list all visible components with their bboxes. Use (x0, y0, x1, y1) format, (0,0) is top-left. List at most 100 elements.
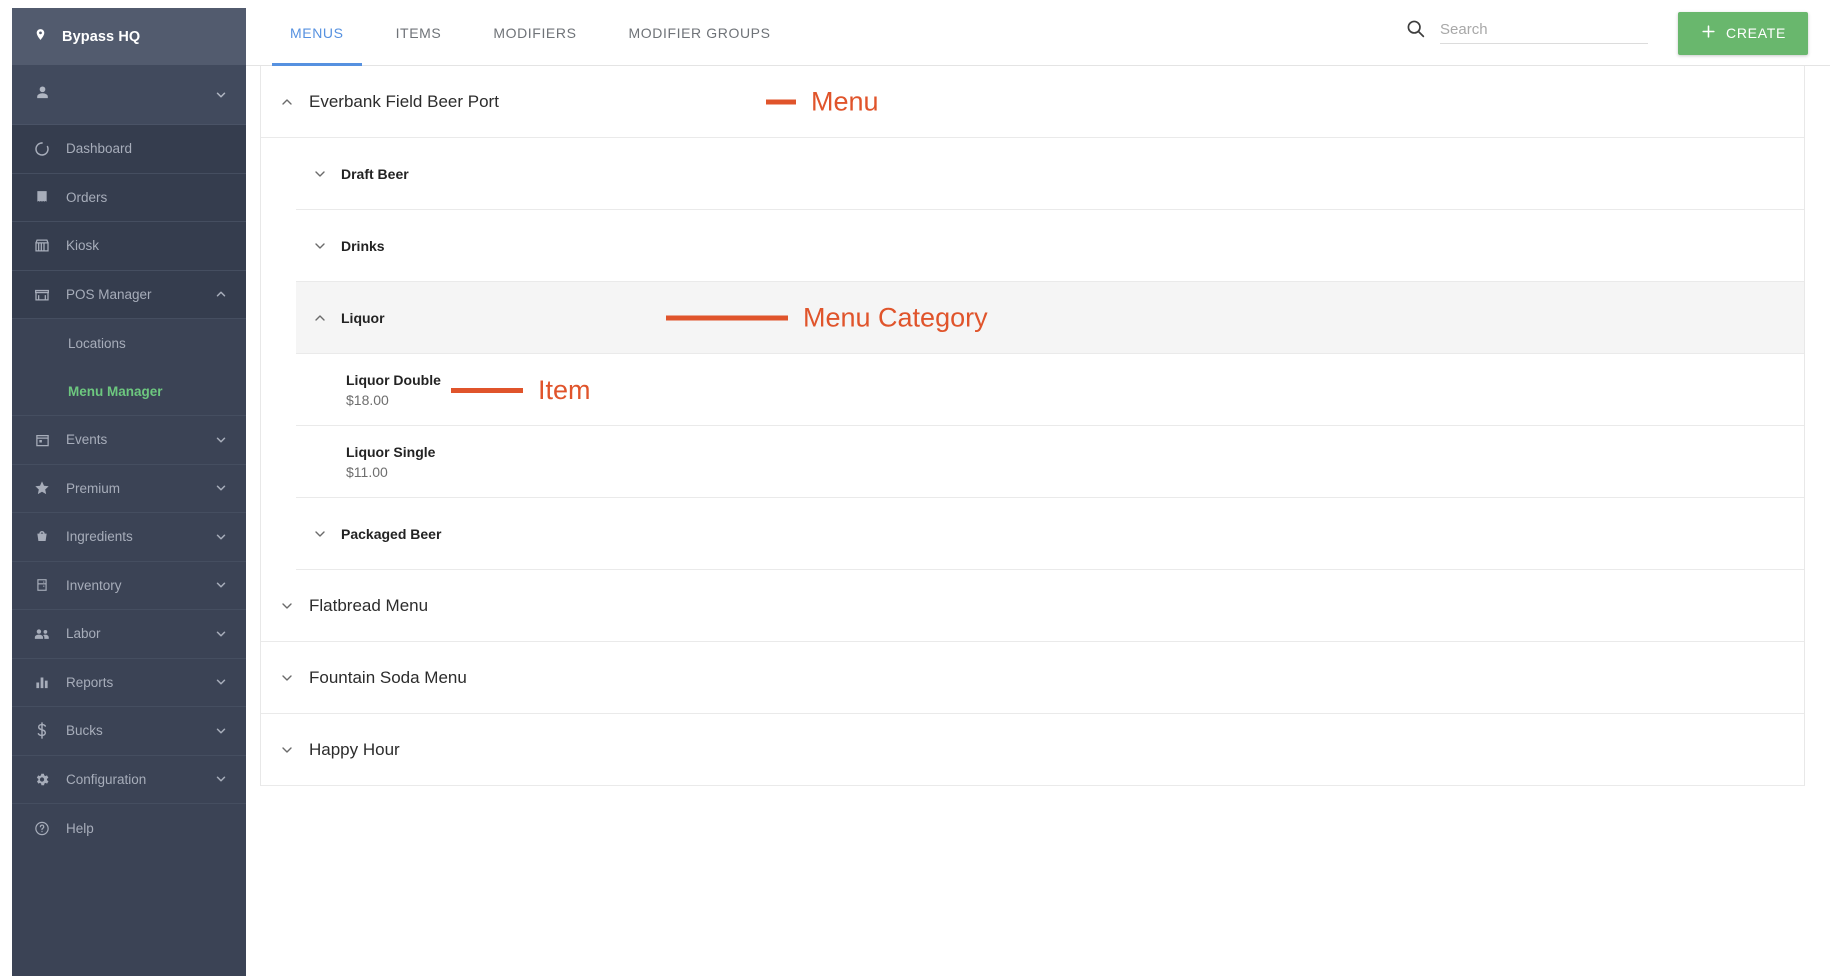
receipt-icon (34, 189, 50, 205)
chevron-down-icon[interactable] (312, 238, 328, 254)
annotation-label: Menu Category (803, 302, 988, 332)
chevron-down-icon[interactable] (214, 578, 228, 592)
item-name: Liquor Single (346, 443, 436, 460)
tab-bar: MENUS ITEMS MODIFIERS MODIFIER GROUPS (264, 0, 797, 66)
sidebar-item-labor[interactable]: Labor (12, 610, 246, 659)
person-icon (34, 84, 51, 106)
chevron-up-icon[interactable] (279, 94, 295, 110)
tab-label: MENUS (290, 25, 344, 41)
menu-row[interactable]: Fountain Soda Menu (261, 642, 1804, 714)
chevron-down-icon[interactable] (214, 481, 228, 495)
annotation-label: Menu (811, 86, 879, 116)
chevron-down-icon[interactable] (214, 675, 228, 689)
category-name: Liquor (341, 309, 385, 326)
people-icon (34, 626, 50, 642)
menu-row[interactable]: Flatbread Menu (261, 570, 1804, 642)
sidebar-item-orders[interactable]: Orders (12, 173, 246, 222)
menu-name: Flatbread Menu (309, 595, 429, 615)
sidebar-item-bucks[interactable]: Bucks (12, 707, 246, 756)
chevron-down-icon[interactable] (312, 166, 328, 182)
menu-name: Fountain Soda Menu (309, 667, 467, 687)
sidebar-item-dashboard[interactable]: Dashboard (12, 125, 246, 174)
sidebar-item-configuration[interactable]: Configuration (12, 756, 246, 804)
location-pin-icon (34, 26, 47, 48)
basket-icon (34, 529, 50, 545)
chevron-down-icon[interactable] (214, 627, 228, 641)
sidebar-item-label: Configuration (66, 771, 147, 787)
tab-modifiers[interactable]: MODIFIERS (467, 0, 602, 66)
chevron-down-icon[interactable] (214, 433, 228, 447)
annotation-line (766, 99, 796, 104)
sidebar-item-menu-manager[interactable]: Menu Manager (12, 367, 246, 415)
sidebar-submenu-pos-manager: Locations Menu Manager (12, 319, 246, 416)
content-area: Everbank Field Beer Port Menu Draft Beer (246, 66, 1830, 976)
chevron-down-icon[interactable] (214, 724, 228, 738)
sidebar-item-reports[interactable]: Reports (12, 659, 246, 707)
bar-chart-icon (34, 674, 50, 690)
sidebar-item-pos-manager[interactable]: POS Manager (12, 270, 246, 319)
dashboard-icon (34, 141, 50, 157)
sidebar-item-kiosk[interactable]: Kiosk (12, 222, 246, 271)
menu-row[interactable]: Everbank Field Beer Port Menu (261, 66, 1804, 138)
sidebar-item-locations[interactable]: Locations (12, 319, 246, 367)
sidebar-item-label: Dashboard (66, 141, 133, 157)
search-input[interactable] (1440, 19, 1649, 44)
search-icon[interactable] (1405, 18, 1426, 44)
category-list: Draft Beer Drinks Liquor Menu Category L… (261, 138, 1804, 570)
create-button[interactable]: CREATE (1678, 11, 1808, 55)
main-area: MENUS ITEMS MODIFIERS MODIFIER GROUPS Se… (246, 0, 1830, 976)
sidebar-item-inventory[interactable]: Inventory (12, 562, 246, 610)
sidebar-item-premium[interactable]: Premium (12, 465, 246, 513)
sidebar-item-label: Help (66, 820, 94, 836)
chevron-down-icon[interactable] (279, 598, 295, 614)
sidebar-item-events[interactable]: Events (12, 416, 246, 465)
calendar-icon (34, 432, 50, 448)
sidebar-subitem-label: Menu Manager (68, 383, 163, 399)
sidebar-brand[interactable]: Bypass HQ (12, 8, 246, 65)
menu-list-card: Everbank Field Beer Port Menu Draft Beer (260, 66, 1805, 786)
store-icon (34, 286, 50, 302)
brand-label: Bypass HQ (62, 28, 141, 45)
sidebar-subitem-label: Locations (68, 335, 126, 351)
storefront-icon (34, 238, 50, 254)
sidebar-user-row[interactable] (12, 65, 246, 125)
tab-modifier-groups[interactable]: MODIFIER GROUPS (603, 0, 797, 66)
menu-name: Happy Hour (309, 739, 400, 759)
menu-row[interactable]: Happy Hour (261, 714, 1804, 786)
sidebar-item-label: Labor (66, 626, 101, 642)
search-box (1405, 18, 1649, 48)
app-root: Bypass HQ Dashboard Orders Kiosk POS Man… (0, 0, 1830, 976)
chevron-down-icon[interactable] (279, 670, 295, 686)
chevron-down-icon[interactable] (312, 526, 328, 542)
sidebar-item-help[interactable]: Help (12, 804, 246, 853)
category-row[interactable]: Drinks (296, 210, 1804, 282)
chevron-down-icon[interactable] (279, 742, 295, 758)
gear-icon (34, 771, 50, 787)
category-row[interactable]: Packaged Beer (296, 498, 1804, 570)
tab-menus[interactable]: MENUS (264, 0, 370, 66)
tab-items[interactable]: ITEMS (370, 0, 468, 66)
tab-label: MODIFIERS (493, 25, 577, 41)
sidebar-item-label: Inventory (66, 577, 122, 593)
item-row[interactable]: Liquor Double $18.00 Item (296, 354, 1804, 426)
chevron-down-icon[interactable] (214, 530, 228, 544)
annotation-line (666, 315, 788, 320)
chevron-down-icon[interactable] (214, 772, 228, 786)
category-row-liquor[interactable]: Liquor Menu Category (296, 282, 1804, 354)
top-bar: MENUS ITEMS MODIFIERS MODIFIER GROUPS Se… (246, 0, 1830, 66)
sidebar-item-label: Bucks (66, 723, 103, 739)
top-bar-right: CREATE (1405, 0, 1830, 66)
chevron-up-icon[interactable] (312, 310, 328, 326)
sidebar-item-label: Premium (66, 480, 121, 496)
sidebar-item-label: Kiosk (66, 238, 100, 254)
category-row[interactable]: Draft Beer (296, 138, 1804, 210)
chevron-down-icon[interactable] (214, 88, 228, 102)
chevron-up-icon[interactable] (214, 287, 228, 301)
sidebar-item-label: POS Manager (66, 286, 152, 302)
create-button-label: CREATE (1726, 25, 1786, 41)
sidebar-item-ingredients[interactable]: Ingredients (12, 513, 246, 562)
plus-icon (1700, 23, 1717, 43)
item-row[interactable]: Liquor Single $11.00 (296, 426, 1804, 498)
category-name: Packaged Beer (341, 525, 442, 542)
help-circle-icon (34, 820, 50, 836)
